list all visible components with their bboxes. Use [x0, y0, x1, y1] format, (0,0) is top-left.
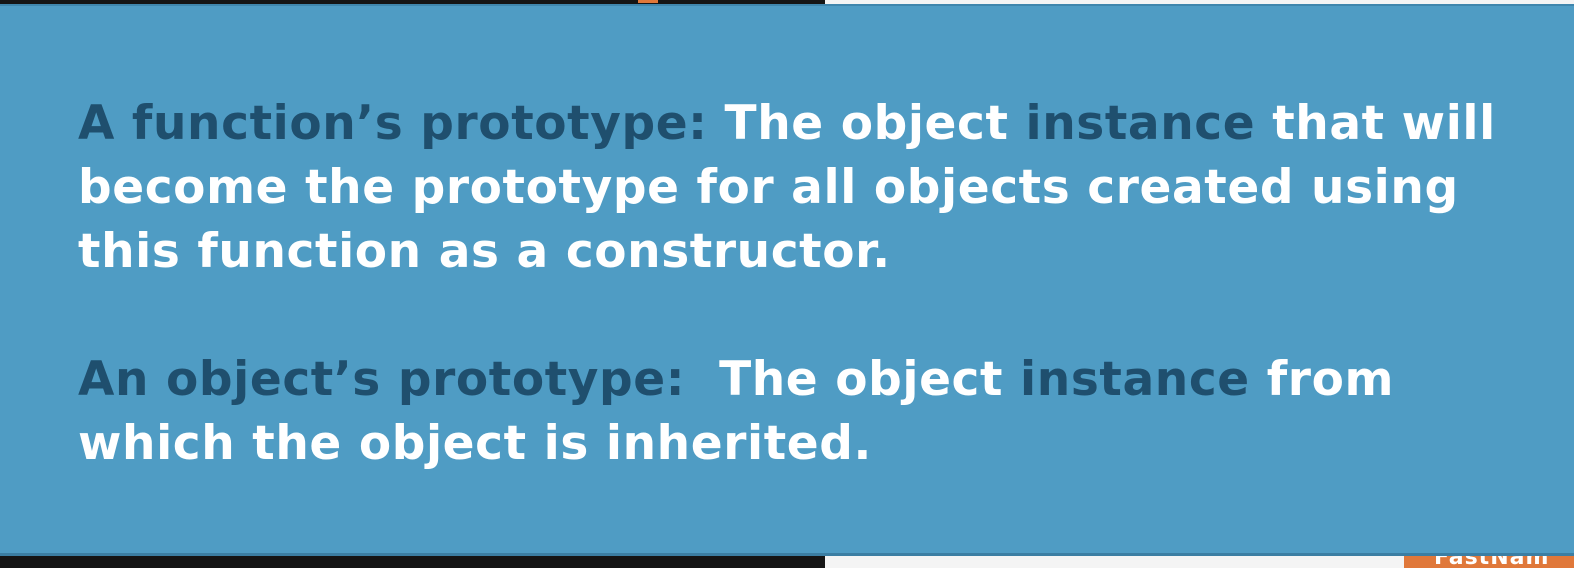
slide-content: A function’s prototype: The object insta… — [78, 92, 1498, 476]
instance-keyword: instance — [1025, 96, 1256, 151]
definition-text: The object — [707, 96, 1026, 151]
function-prototype-definition: A function’s prototype: The object insta… — [78, 92, 1498, 284]
top-accent-bar — [638, 0, 658, 3]
corner-tab: FastNam — [1404, 554, 1574, 568]
definition-text: The object — [685, 352, 1021, 407]
object-prototype-definition: An object’s prototype: The object instan… — [78, 348, 1498, 476]
definition-slide: A function’s prototype: The object insta… — [0, 4, 1574, 556]
object-prototype-term: An object’s prototype: — [78, 352, 686, 407]
function-prototype-term: A function’s prototype: — [78, 96, 708, 151]
instance-keyword: instance — [1020, 352, 1250, 407]
corner-tab-label: FastNam — [1434, 554, 1550, 568]
